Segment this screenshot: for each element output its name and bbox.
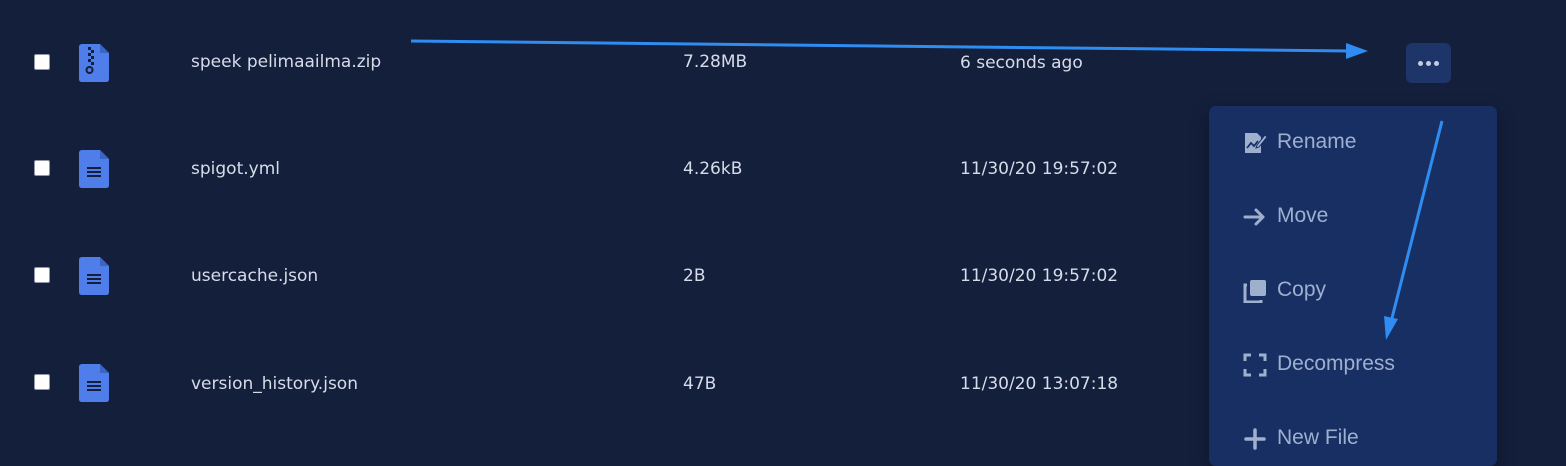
file-name[interactable]: usercache.json: [191, 266, 318, 286]
rename-icon: [1245, 133, 1267, 153]
arrow-right-icon: [1243, 208, 1265, 226]
file-modified: 11/30/20 19:57:02: [960, 159, 1119, 179]
file-name[interactable]: spigot.yml: [191, 159, 280, 179]
file-name[interactable]: speek pelimaailma.zip: [191, 52, 381, 72]
menu-item-copy[interactable]: Copy: [1209, 254, 1497, 328]
file-modified: 11/30/20 19:57:02: [960, 266, 1119, 286]
file-size: 47B: [683, 374, 717, 394]
file-row[interactable]: speek pelimaailma.zip 7.28MB 6 seconds a…: [0, 9, 1566, 116]
file-size: 7.28MB: [683, 52, 748, 72]
menu-item-label: Move: [1277, 204, 1329, 227]
plus-icon: [1244, 428, 1266, 450]
row-checkbox[interactable]: [34, 54, 50, 70]
menu-item-new-file[interactable]: New File: [1209, 402, 1497, 466]
file-size: 2B: [683, 266, 706, 286]
zip-file-icon: [79, 44, 109, 82]
file-modified: 11/30/20 13:07:18: [960, 374, 1119, 394]
row-checkbox[interactable]: [34, 267, 50, 283]
file-size: 4.26kB: [683, 159, 743, 179]
menu-item-rename[interactable]: Rename: [1209, 106, 1497, 180]
file-modified: 6 seconds ago: [960, 53, 1083, 73]
row-checkbox[interactable]: [34, 160, 50, 176]
document-file-icon: [79, 257, 109, 295]
menu-item-label: Rename: [1277, 130, 1357, 153]
more-dots-icon: [1434, 60, 1439, 66]
context-menu: Rename Move Copy Decompress New File: [1209, 106, 1497, 466]
copy-icon: [1243, 280, 1266, 303]
expand-icon: [1243, 353, 1267, 377]
document-file-icon: [79, 364, 109, 402]
menu-item-label: Copy: [1277, 278, 1327, 301]
menu-item-label: Decompress: [1277, 352, 1395, 375]
more-dots-icon: [1426, 60, 1431, 66]
more-dots-icon: [1418, 60, 1423, 66]
more-actions-button[interactable]: [1406, 43, 1451, 83]
menu-item-decompress[interactable]: Decompress: [1209, 328, 1497, 402]
menu-item-label: New File: [1277, 426, 1359, 449]
file-name[interactable]: version_history.json: [191, 374, 358, 394]
document-file-icon: [79, 150, 109, 188]
menu-item-move[interactable]: Move: [1209, 180, 1497, 254]
row-checkbox[interactable]: [34, 374, 50, 390]
